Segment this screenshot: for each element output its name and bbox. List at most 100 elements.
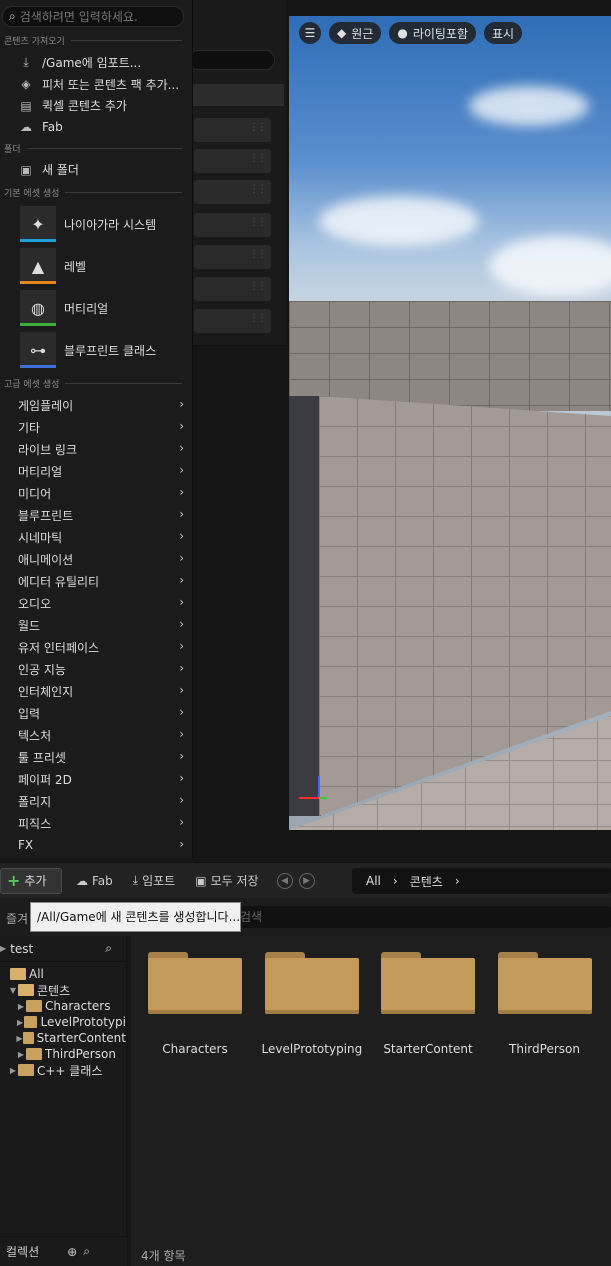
advanced-submenu-item[interactable]: 시네마틱 ›	[0, 526, 192, 548]
material-icon: ◍	[20, 290, 56, 326]
advanced-submenu-item[interactable]: 페이퍼 2D ›	[0, 768, 192, 790]
outliner-row[interactable]	[194, 118, 271, 142]
advanced-submenu-item[interactable]: 피직스 ›	[0, 812, 192, 834]
folder-icon	[148, 948, 242, 1014]
tree-item[interactable]: All	[0, 966, 126, 982]
menu-search-input[interactable]: ⌕	[2, 6, 184, 27]
plus-icon: +	[7, 871, 21, 890]
menu-search-field[interactable]	[19, 9, 170, 24]
outliner-row[interactable]	[194, 180, 271, 204]
level-viewport[interactable]: ☰ ◆ 원근 ● 라이팅포함 표시	[289, 16, 611, 830]
tree-item[interactable]: ▶ C++ 클래스	[0, 1062, 126, 1078]
wall-back	[289, 301, 611, 411]
forward-icon[interactable]: ▶	[298, 872, 315, 889]
tree-arrow-icon[interactable]: ▶	[16, 1050, 26, 1059]
advanced-submenu-item[interactable]: 미디어 ›	[0, 482, 192, 504]
breadcrumb-all[interactable]: All	[366, 874, 381, 888]
advanced-submenu-item[interactable]: FX ›	[0, 834, 192, 856]
advanced-submenu-item[interactable]: 라이브 링크 ›	[0, 438, 192, 460]
asset-folder[interactable]: ThirdPerson	[495, 948, 595, 1058]
show-button[interactable]: 표시	[484, 22, 523, 44]
search-icon: ⌕	[9, 9, 16, 23]
chevron-right-icon: ›	[179, 485, 184, 499]
search-icon[interactable]: ⌕	[83, 1244, 90, 1259]
lighting-mode-button[interactable]: ● 라이팅포함	[389, 22, 477, 44]
outliner-row[interactable]	[194, 149, 271, 173]
tree-arrow-icon[interactable]: ▶	[16, 1002, 26, 1011]
asset-view: Characters LevelPrototyping StarterContent…	[131, 936, 611, 1266]
tree-item[interactable]: ▶ ThirdPerson	[0, 1046, 126, 1062]
chevron-right-icon: ›	[179, 595, 184, 609]
outliner-row[interactable]	[194, 213, 271, 237]
perspective-button[interactable]: ◆ 원근	[329, 22, 382, 44]
asset-folder[interactable]: StarterContent	[378, 948, 478, 1058]
chevron-right-icon: ›	[179, 507, 184, 521]
advanced-submenu-item[interactable]: 월드 ›	[0, 614, 192, 636]
save-all-button[interactable]: ▣ 모두 저장	[189, 868, 264, 894]
search-icon[interactable]: ⌕	[105, 941, 112, 956]
tree-arrow-icon[interactable]: ▶	[8, 1066, 18, 1075]
import-item[interactable]: ⤓/Game에 임포트...	[0, 52, 192, 73]
folder-icon	[24, 1016, 38, 1028]
content-search-input[interactable]: 검색	[200, 906, 611, 928]
advanced-submenu-item[interactable]: 기타 ›	[0, 416, 192, 438]
tree-item[interactable]: ▶ LevelPrototypi	[0, 1014, 126, 1030]
add-collection-icon[interactable]: ⊕	[67, 1245, 77, 1259]
collections-label[interactable]: 컬렉션	[6, 1243, 39, 1260]
outliner-search[interactable]	[188, 50, 275, 70]
advanced-submenu-item[interactable]: 머티리얼 ›	[0, 460, 192, 482]
chevron-right-icon: ›	[179, 815, 184, 829]
chevron-right-icon: ›	[179, 749, 184, 763]
basic-asset-item[interactable]: ◍ 머티리얼	[20, 289, 108, 327]
import-item[interactable]: ▤ 퀵셀 콘텐츠 추가	[0, 95, 192, 116]
import-item[interactable]: ☁ Fab	[0, 117, 192, 138]
chevron-right-icon: ›	[179, 771, 184, 785]
basic-asset-item[interactable]: ✦ 나이아가라 시스템	[20, 205, 156, 243]
advanced-submenu-item[interactable]: 입력 ›	[0, 702, 192, 724]
basic-asset-item[interactable]: ⊶ 블루프린트 클래스	[20, 331, 156, 369]
new-folder-icon: ▣	[20, 162, 32, 177]
add-menu: ⌕ 콘텐츠 가져오기 ⤓/Game에 임포트...◈피처 또는 콘텐츠 팩 추가…	[0, 0, 193, 858]
niagara-icon: ✦	[20, 206, 56, 242]
folder-icon	[264, 948, 359, 1014]
tree-arrow-icon[interactable]: ▶	[16, 1034, 23, 1043]
tree-item[interactable]: ▼ 콘텐츠	[0, 982, 126, 998]
back-icon[interactable]: ◀	[276, 872, 293, 889]
advanced-submenu-item[interactable]: 게임플레이 ›	[0, 394, 192, 416]
import-item[interactable]: ◈ 피처 또는 콘텐츠 팩 추가...	[0, 74, 192, 95]
basic-asset-item[interactable]: ▲ 레벨	[20, 247, 86, 285]
chevron-right-icon: ›	[179, 683, 184, 697]
outliner-row[interactable]	[194, 245, 271, 269]
tree-arrow-icon[interactable]: ▼	[8, 986, 18, 995]
breadcrumb-content[interactable]: 콘텐츠	[410, 873, 443, 890]
viewport-menu-button[interactable]: ☰	[299, 22, 321, 44]
asset-folder[interactable]: Characters	[145, 948, 245, 1058]
outliner-row[interactable]	[194, 277, 271, 301]
add-button[interactable]: + 추가	[0, 867, 62, 894]
chevron-right-icon: ›	[179, 419, 184, 433]
advanced-submenu-item[interactable]: 텍스처 ›	[0, 724, 192, 746]
asset-folder[interactable]: LevelPrototyping	[262, 948, 362, 1058]
advanced-submenu-item[interactable]: 블루프린트 ›	[0, 504, 192, 526]
chevron-right-icon: ›	[179, 463, 184, 477]
import-button[interactable]: ⤓ 임포트	[127, 868, 181, 894]
chevron-right-icon: ›	[179, 397, 184, 411]
advanced-submenu-item[interactable]: 인터체인지 ›	[0, 680, 192, 702]
outliner-row[interactable]	[194, 309, 271, 333]
tree-arrow-icon[interactable]: ▶	[16, 1018, 24, 1027]
advanced-submenu-item[interactable]: 인공 지능 ›	[0, 658, 192, 680]
tree-item[interactable]: ▶ Characters	[0, 998, 126, 1014]
advanced-submenu-item[interactable]: 애니메이션 ›	[0, 548, 192, 570]
new-folder-item[interactable]: ▣ 새 폴더	[0, 159, 192, 180]
fab-button[interactable]: ☁ Fab	[70, 868, 119, 894]
import-icon: ⤓	[132, 873, 139, 887]
advanced-submenu-item[interactable]: 오디오 ›	[0, 592, 192, 614]
chevron-right-icon: ›	[179, 705, 184, 719]
chevron-right-icon[interactable]: ›	[455, 874, 460, 888]
advanced-submenu-item[interactable]: 폴리지 ›	[0, 790, 192, 812]
tree-search[interactable]: ▶ test ⌕	[0, 936, 126, 962]
advanced-submenu-item[interactable]: 툴 프리셋 ›	[0, 746, 192, 768]
advanced-submenu-item[interactable]: 유저 인터페이스 ›	[0, 636, 192, 658]
advanced-submenu-item[interactable]: 에디터 유틸리티 ›	[0, 570, 192, 592]
tree-item[interactable]: ▶ StarterContent	[0, 1030, 126, 1046]
